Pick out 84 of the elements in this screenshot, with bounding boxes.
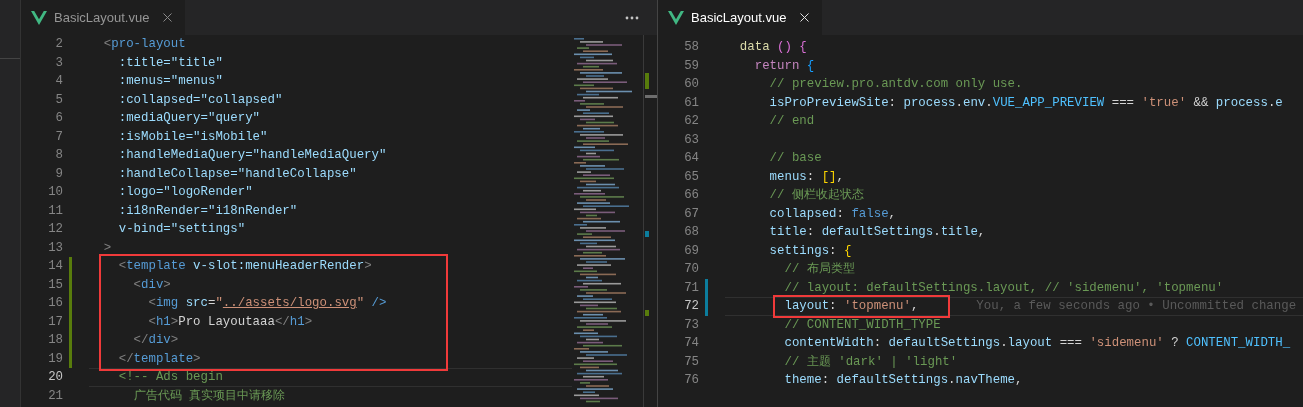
line-number: 66 <box>683 187 699 204</box>
editor-tab[interactable]: BasicLayout.vue <box>21 0 186 35</box>
line-number: 4 <box>54 73 63 90</box>
line-number: 70 <box>683 261 699 278</box>
code-line: data () { <box>739 39 807 56</box>
line-number: 59 <box>683 57 699 75</box>
line-number: 8 <box>54 147 63 164</box>
line-number: 72 <box>683 298 699 315</box>
line-number: 9 <box>54 165 63 183</box>
vue-logo-icon <box>668 10 684 25</box>
code-line: contentWidth: defaultSettings.layout === 'sidemenu' ? CONTENT_WIDTH_ <box>784 335 1291 352</box>
code-line: // 侧栏收起状态 <box>769 187 864 204</box>
code-line: <pro-layout <box>103 36 186 53</box>
code-line: :mediaQuery="query" <box>118 110 260 127</box>
line-number: 2 <box>54 36 63 53</box>
line-number: 64 <box>683 150 699 167</box>
line-number: 14 <box>47 258 63 275</box>
code-line: <!-- Ads begin <box>118 369 223 386</box>
line-number: 60 <box>683 76 699 93</box>
line-number: 71 <box>683 279 699 297</box>
line-number: 75 <box>683 353 699 371</box>
code-line: :i18nRender="i18nRender" <box>118 202 298 220</box>
line-number: 19 <box>47 350 63 368</box>
line-number: 17 <box>47 313 63 331</box>
line-number: 73 <box>683 316 699 334</box>
code-line: <div> <box>133 276 171 294</box>
code-line: menus: [], <box>769 168 844 186</box>
code-line: collapsed: false, <box>769 205 897 223</box>
line-number: 62 <box>683 113 699 130</box>
code-line: isProPreviewSite: process.env.VUE_APP_PREVIEW === 'true' && process.e <box>769 94 1283 112</box>
code-line: <h1>Pro Layoutaaa</h1> <box>148 313 313 331</box>
line-number: 68 <box>683 224 699 241</box>
line-number: 12 <box>47 221 63 238</box>
code-line: :logo="logoRender" <box>118 184 253 201</box>
line-number: 76 <box>683 372 699 389</box>
code-line: // 主题 'dark' | 'light' <box>784 353 958 371</box>
line-number: 5 <box>54 91 63 109</box>
code-line: // 布局类型 <box>784 261 855 278</box>
code-line: :collapsed="collapsed" <box>118 91 283 109</box>
code-line: :handleMediaQuery="handleMediaQuery" <box>118 147 387 164</box>
line-number: 10 <box>47 184 63 201</box>
vue-logo-icon <box>31 10 47 25</box>
code-line: // base <box>769 150 822 167</box>
code-line: :handleCollapse="handleCollapse" <box>118 165 357 183</box>
code-line: settings: { <box>769 242 852 260</box>
line-number: 63 <box>683 131 699 149</box>
code-line: // layout: defaultSettings.layout, // 'sidemenu', 'topmenu' <box>784 279 1224 297</box>
line-number: 67 <box>683 205 699 223</box>
code-line: // end <box>769 113 815 130</box>
line-number: 3 <box>54 54 63 72</box>
blame-annotation: You, a few seconds ago • Uncommitted change <box>976 298 1297 315</box>
line-number: 15 <box>47 276 63 294</box>
line-number: 61 <box>683 94 699 112</box>
code-line: // CONTENT_WIDTH_TYPE <box>784 316 941 334</box>
scrollbar-drawing[interactable] <box>643 35 657 407</box>
code-line: :title="title" <box>118 54 223 72</box>
line-number: 16 <box>47 295 63 312</box>
code-line: <template v-slot:menuHeaderRender> <box>118 258 372 275</box>
code-line: theme: defaultSettings.navTheme, <box>784 372 1023 389</box>
code-line: > <box>103 239 112 257</box>
code-line: layout: 'topmenu', <box>784 298 919 315</box>
line-number: 18 <box>47 332 63 349</box>
more-actions-icon[interactable] <box>625 15 639 20</box>
code-line: :menus="menus" <box>118 73 223 90</box>
line-number: 65 <box>683 168 699 186</box>
code-line: :isMobile="isMobile" <box>118 128 268 146</box>
line-number: 6 <box>54 110 63 127</box>
line-number: 69 <box>683 242 699 260</box>
line-number: 58 <box>683 39 699 56</box>
editor-tab[interactable]: BasicLayout.vue <box>658 0 823 35</box>
line-number: 20 <box>47 369 63 386</box>
code-line: return { <box>754 57 815 75</box>
line-number: 11 <box>47 202 63 220</box>
code-line: // preview.pro.antdv.com only use. <box>769 76 1023 93</box>
line-number: 7 <box>54 128 63 146</box>
line-number: 13 <box>47 239 63 257</box>
line-number: 74 <box>683 335 699 352</box>
code-line: v-bind="settings" <box>118 221 246 238</box>
code-line: <img src="../assets/logo.svg" /> <box>148 295 387 312</box>
code-line: </div> <box>133 332 179 349</box>
code-line: title: defaultSettings.title, <box>769 224 986 241</box>
code-line: 广告代码 真实项目中请移除 <box>133 387 286 405</box>
code-line: </template> <box>118 350 201 368</box>
line-number: 21 <box>47 387 63 405</box>
